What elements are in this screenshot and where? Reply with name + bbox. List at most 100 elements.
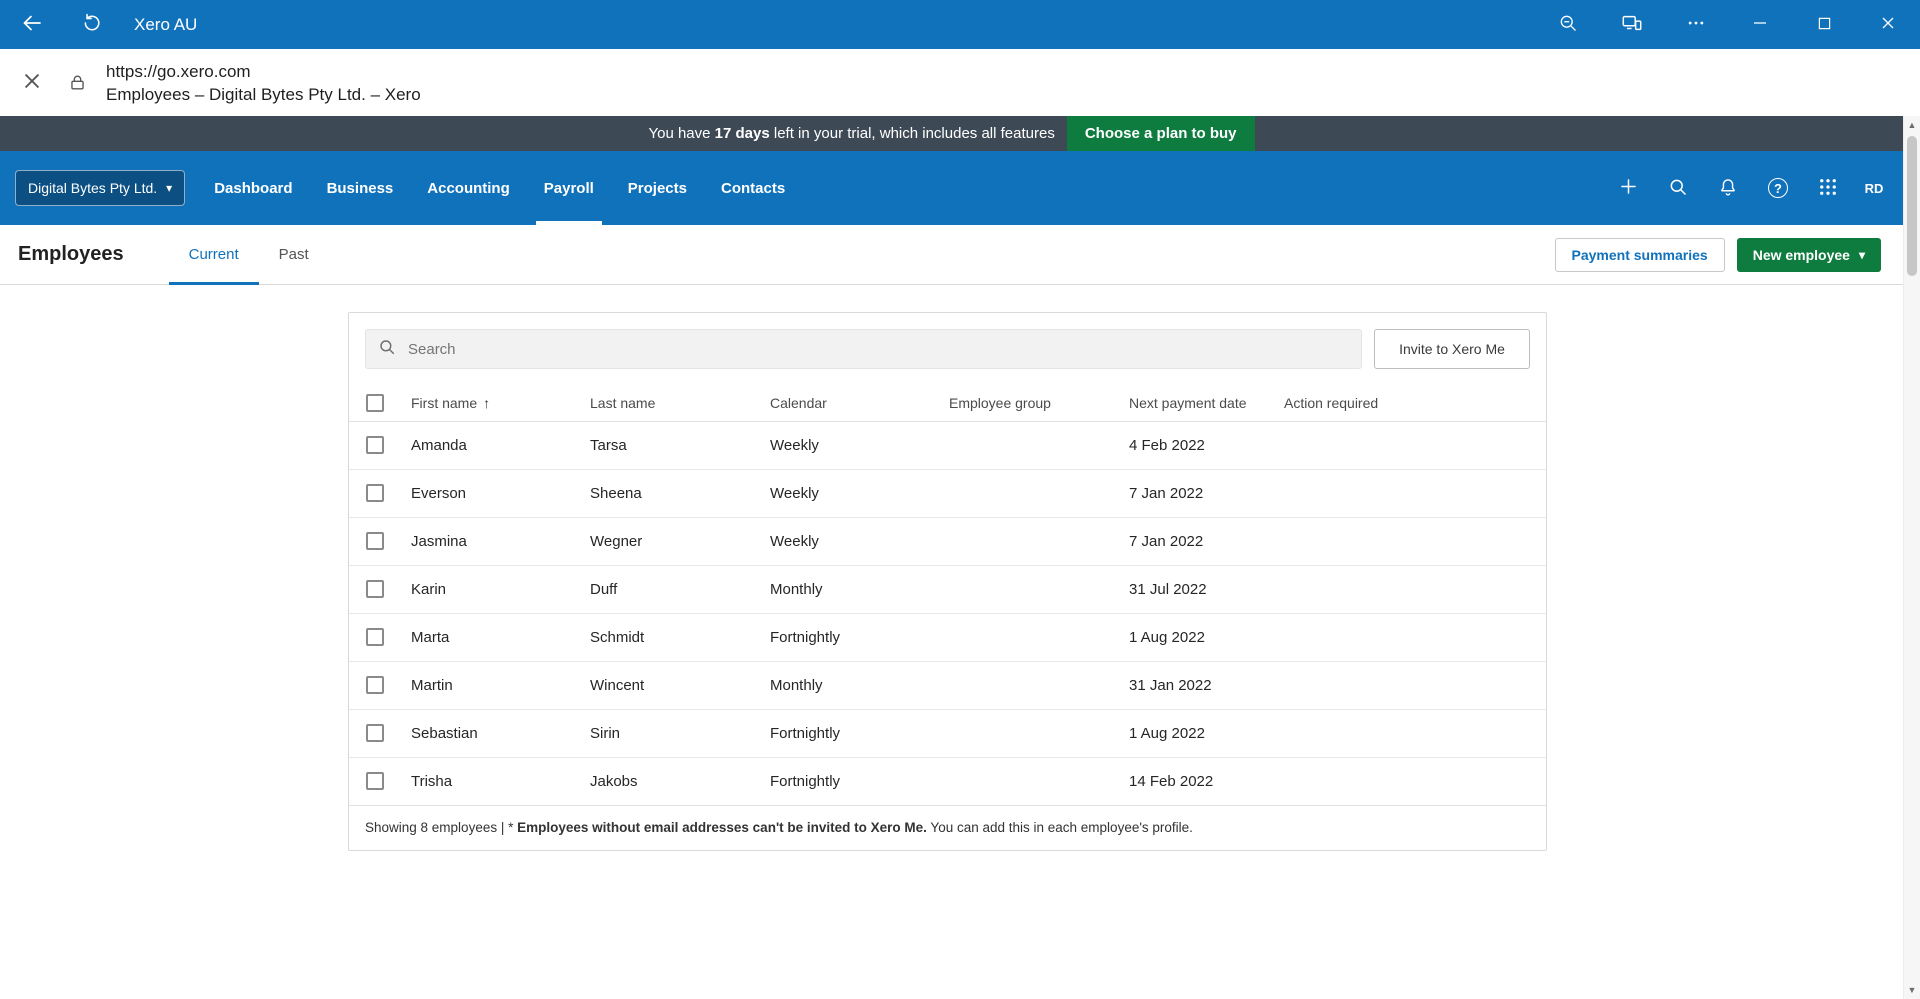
cell-calendar: Fortnightly bbox=[770, 709, 949, 758]
org-selector[interactable]: Digital Bytes Pty Ltd. ▾ bbox=[15, 170, 186, 206]
search-box bbox=[365, 329, 1362, 369]
row-checkbox[interactable] bbox=[366, 724, 384, 743]
nav-item-payroll[interactable]: Payroll bbox=[527, 151, 611, 225]
cell-employee-group bbox=[949, 709, 1129, 758]
column-header-calendar[interactable]: Calendar bbox=[770, 385, 949, 422]
maximize-icon bbox=[1818, 17, 1831, 33]
table-row[interactable]: Amanda Tarsa Weekly 4 Feb 2022 bbox=[349, 421, 1546, 470]
page-url: https://go.xero.com bbox=[106, 61, 251, 81]
cell-last-name: Wegner bbox=[590, 517, 770, 566]
table-row[interactable]: Everson Sheena Weekly 7 Jan 2022 bbox=[349, 469, 1546, 518]
table-row[interactable]: Trisha Jakobs Fortnightly 14 Feb 2022 bbox=[349, 757, 1546, 805]
nav-item-accounting[interactable]: Accounting bbox=[410, 151, 527, 225]
column-header-employee-group[interactable]: Employee group bbox=[949, 385, 1129, 422]
nav-item-business[interactable]: Business bbox=[310, 151, 411, 225]
bell-icon bbox=[1718, 177, 1738, 200]
cell-first-name: Jasmina bbox=[411, 517, 590, 566]
cell-calendar: Weekly bbox=[770, 517, 949, 566]
scrollbar-thumb[interactable] bbox=[1907, 136, 1917, 276]
window-menu-button[interactable] bbox=[1664, 0, 1728, 49]
select-all-checkbox[interactable] bbox=[366, 393, 384, 412]
cell-last-name: Schmidt bbox=[590, 613, 770, 662]
help-icon: ? bbox=[1768, 178, 1788, 198]
send-to-device-button[interactable] bbox=[1600, 0, 1664, 49]
cell-last-name: Jakobs bbox=[590, 772, 638, 790]
invite-xero-me-button[interactable]: Invite to Xero Me bbox=[1374, 329, 1530, 369]
tab-current[interactable]: Current bbox=[168, 225, 259, 285]
column-header-action-required[interactable]: Action required bbox=[1284, 385, 1546, 422]
cell-action-required bbox=[1284, 469, 1546, 518]
table-row[interactable]: Sebastian Sirin Fortnightly 1 Aug 2022 bbox=[349, 709, 1546, 758]
new-employee-button[interactable]: New employee ▾ bbox=[1736, 237, 1881, 272]
apps-grid-button[interactable] bbox=[1806, 166, 1850, 210]
row-checkbox[interactable] bbox=[366, 676, 384, 695]
cell-employee-group bbox=[949, 757, 1129, 805]
employee-table-body: Amanda Tarsa Weekly 4 Feb 2022 Everson S… bbox=[349, 421, 1546, 805]
column-header-first-name[interactable]: First name ↑ bbox=[411, 385, 590, 422]
maximize-button[interactable] bbox=[1792, 0, 1856, 49]
cell-calendar: Weekly bbox=[770, 469, 949, 518]
org-name: Digital Bytes Pty Ltd. bbox=[28, 180, 158, 196]
cell-last-name: Sirin bbox=[590, 709, 770, 758]
table-row[interactable]: Jasmina Wegner Weekly 7 Jan 2022 bbox=[349, 517, 1546, 566]
table-row[interactable]: Martin Wincent Monthly 31 Jan 2022 bbox=[349, 661, 1546, 710]
cell-action-required bbox=[1284, 757, 1546, 805]
cell-next-payment-date: 1 Aug 2022 bbox=[1129, 613, 1284, 662]
nav-menu: Dashboard Business Accounting Payroll Pr… bbox=[197, 151, 802, 225]
nav-item-projects[interactable]: Projects bbox=[611, 151, 704, 225]
cell-first-name: Karin bbox=[411, 565, 590, 614]
header-actions: Payment summaries New employee ▾ bbox=[1554, 225, 1881, 284]
close-page-button[interactable] bbox=[14, 65, 50, 101]
column-header-last-name[interactable]: Last name bbox=[590, 385, 770, 422]
notifications-button[interactable] bbox=[1706, 166, 1750, 210]
back-button[interactable] bbox=[8, 0, 56, 49]
cell-next-payment-date: 31 Jan 2022 bbox=[1129, 661, 1284, 710]
minimize-button[interactable] bbox=[1728, 0, 1792, 49]
row-checkbox[interactable] bbox=[366, 580, 384, 599]
scroll-up-arrow[interactable]: ▲ bbox=[1904, 116, 1920, 134]
nav-item-dashboard[interactable]: Dashboard bbox=[197, 151, 309, 225]
sort-asc-icon: ↑ bbox=[483, 394, 491, 411]
new-employee-label: New employee bbox=[1752, 246, 1850, 263]
cell-action-required bbox=[1284, 661, 1546, 710]
search-button[interactable] bbox=[1656, 166, 1700, 210]
column-header-next-payment-date[interactable]: Next payment date bbox=[1129, 385, 1284, 422]
table-row[interactable]: Karin Duff Monthly 31 Jul 2022 bbox=[349, 565, 1546, 614]
add-button[interactable] bbox=[1606, 166, 1650, 210]
page-scrollbar[interactable]: ▲ ▼ bbox=[1903, 116, 1920, 999]
cell-next-payment-date: 7 Jan 2022 bbox=[1129, 517, 1284, 566]
cell-next-payment-date: 1 Aug 2022 bbox=[1129, 709, 1284, 758]
cell-calendar: Monthly bbox=[770, 565, 949, 614]
zoom-search-button[interactable] bbox=[1536, 0, 1600, 49]
nav-item-contacts[interactable]: Contacts bbox=[704, 151, 802, 225]
row-checkbox[interactable] bbox=[366, 772, 384, 791]
row-checkbox[interactable] bbox=[366, 436, 384, 455]
lock-icon bbox=[62, 68, 92, 98]
cell-first-name: Amanda bbox=[411, 421, 590, 470]
cell-first-name: Marta bbox=[411, 613, 590, 662]
cell-last-name: Duff bbox=[590, 565, 770, 614]
choose-plan-button[interactable]: Choose a plan to buy bbox=[1066, 116, 1255, 151]
cell-first-name: Trisha bbox=[411, 772, 453, 790]
minimize-icon bbox=[1753, 16, 1767, 33]
row-checkbox[interactable] bbox=[366, 484, 384, 503]
zoom-out-search-icon bbox=[1558, 13, 1578, 36]
cell-employee-group bbox=[949, 661, 1129, 710]
tab-past[interactable]: Past bbox=[259, 225, 329, 284]
row-checkbox[interactable] bbox=[366, 532, 384, 551]
cell-next-payment-date: 7 Jan 2022 bbox=[1129, 469, 1284, 518]
cell-next-payment-date: 14 Feb 2022 bbox=[1129, 772, 1214, 790]
payment-summaries-button[interactable]: Payment summaries bbox=[1554, 237, 1725, 272]
table-row[interactable]: Marta Schmidt Fortnightly 1 Aug 2022 bbox=[349, 613, 1546, 662]
cell-employee-group bbox=[949, 613, 1129, 662]
search-input[interactable] bbox=[406, 339, 1349, 359]
page-header: Employees Current Past Payment summaries… bbox=[0, 225, 1903, 285]
close-window-button[interactable] bbox=[1856, 0, 1920, 49]
trial-message: You have 17 days left in your trial, whi… bbox=[648, 125, 1055, 142]
scroll-down-arrow[interactable]: ▼ bbox=[1904, 981, 1920, 999]
row-checkbox[interactable] bbox=[366, 628, 384, 647]
refresh-button[interactable] bbox=[68, 0, 116, 49]
cell-next-payment-date: 4 Feb 2022 bbox=[1129, 421, 1284, 470]
help-button[interactable]: ? bbox=[1756, 166, 1800, 210]
user-avatar[interactable]: RD bbox=[1856, 170, 1892, 206]
